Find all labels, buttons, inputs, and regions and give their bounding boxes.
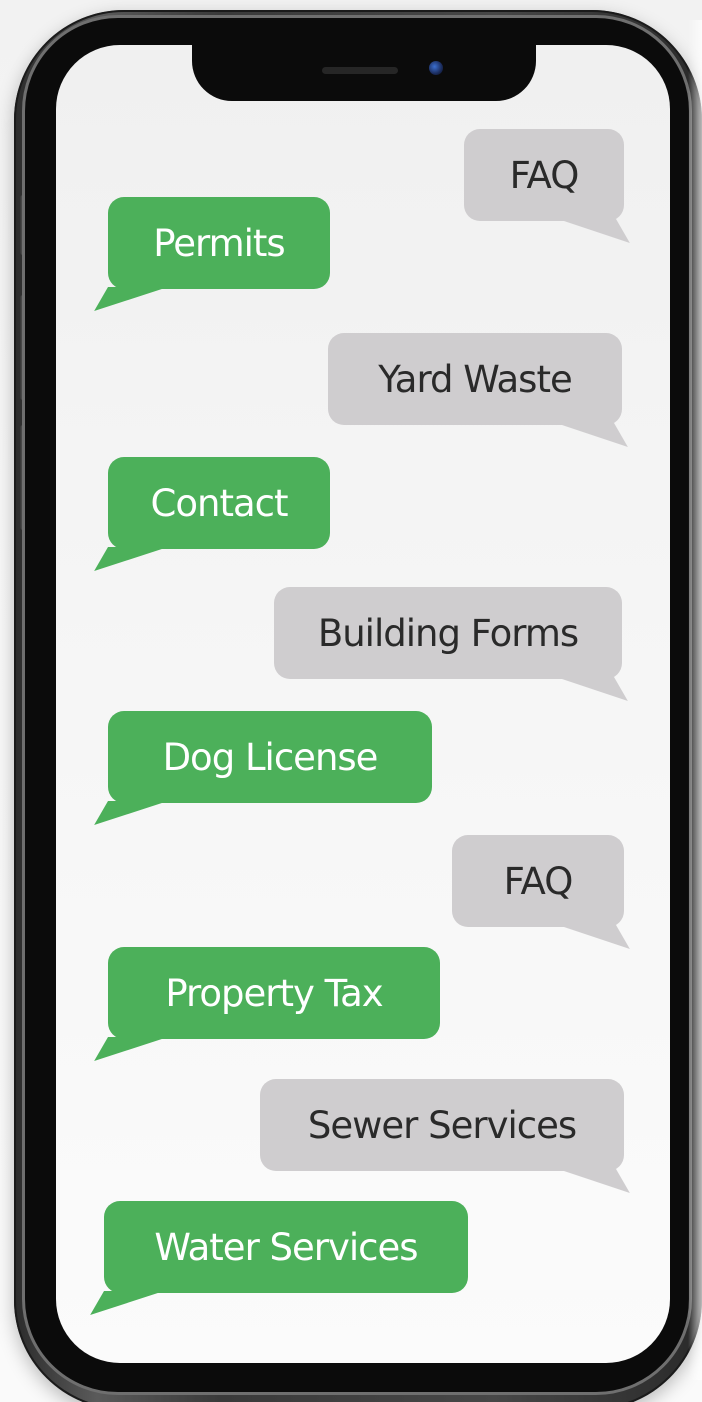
chat-bubble-yard-waste[interactable]: Yard Waste — [328, 333, 628, 447]
bubble-tail — [94, 801, 168, 825]
chat-bubble-label: Water Services — [154, 1225, 418, 1269]
chat-bubble-label: FAQ — [503, 859, 574, 903]
bubble-tail — [556, 677, 628, 701]
mockup-stage: FAQ Permits Yard Waste Contact Building … — [0, 0, 702, 1402]
bubble-tail — [558, 925, 630, 949]
phone-notch — [192, 45, 536, 101]
bubble-tail — [558, 1169, 630, 1193]
chat-bubble-label: Contact — [150, 481, 289, 525]
chat-bubble-contact[interactable]: Contact — [94, 457, 330, 571]
phone-screen: FAQ Permits Yard Waste Contact Building … — [56, 45, 670, 1363]
chat-bubble-label: Yard Waste — [378, 357, 572, 401]
front-camera-icon — [429, 61, 443, 75]
chat-bubble-label: Permits — [153, 221, 285, 265]
chat-bubble-label: Building Forms — [317, 611, 579, 655]
speaker-grille-icon — [322, 67, 398, 74]
bubble-tail — [94, 547, 168, 571]
chat-bubble-faq-2[interactable]: FAQ — [452, 835, 630, 949]
chat-bubble-label: Dog License — [162, 735, 379, 779]
bubble-tail — [90, 1291, 164, 1315]
background-glare — [688, 20, 702, 1380]
chat-bubble-faq[interactable]: FAQ — [464, 129, 630, 243]
chat-bubble-dog-license[interactable]: Dog License — [94, 711, 432, 825]
chat-bubble-building-forms[interactable]: Building Forms — [274, 587, 628, 701]
chat-bubble-permits[interactable]: Permits — [94, 197, 330, 311]
bubble-tail — [94, 287, 168, 311]
chat-bubble-property-tax[interactable]: Property Tax — [94, 947, 440, 1061]
bubble-tail — [556, 423, 628, 447]
bubble-tail — [94, 1037, 168, 1061]
chat-bubble-label: FAQ — [509, 153, 580, 197]
chat-bubble-label: Sewer Services — [307, 1103, 577, 1147]
chat-bubble-label: Property Tax — [165, 971, 383, 1015]
chat-bubble-water-services[interactable]: Water Services — [90, 1201, 468, 1315]
bubble-tail — [558, 219, 630, 243]
chat-bubble-sewer-services[interactable]: Sewer Services — [260, 1079, 630, 1193]
